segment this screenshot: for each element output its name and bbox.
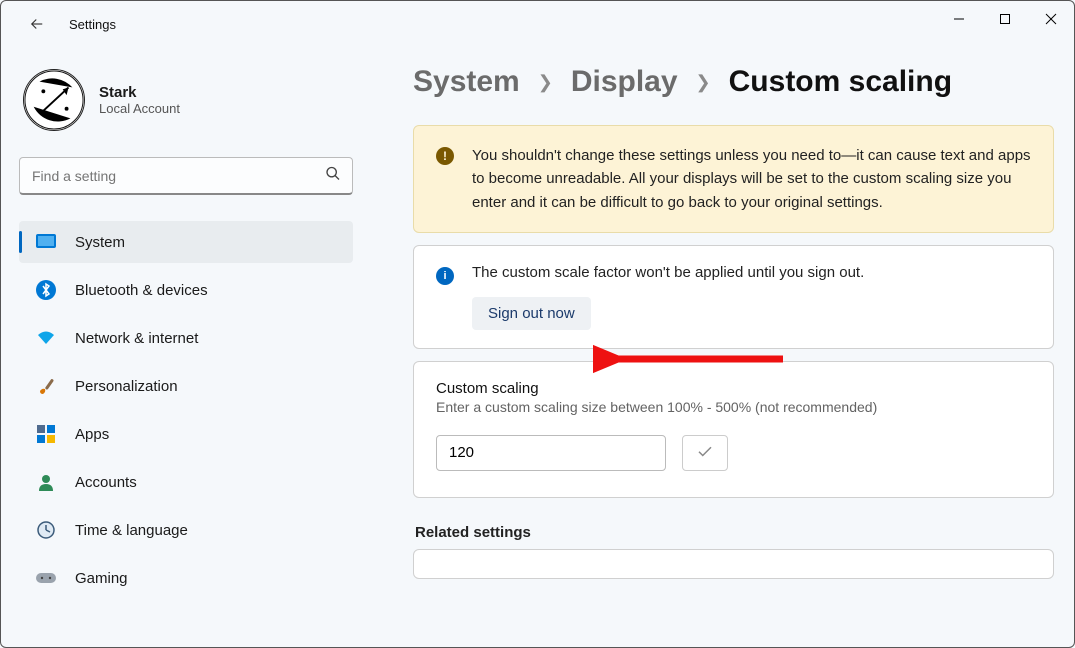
avatar	[23, 69, 85, 131]
close-button[interactable]	[1028, 1, 1074, 37]
search-container	[19, 157, 353, 195]
info-text: The custom scale factor won't be applied…	[472, 264, 864, 281]
nav-label: Accounts	[75, 474, 137, 491]
breadcrumb-system[interactable]: System	[413, 65, 520, 99]
info-icon: i	[436, 267, 454, 285]
nav-label: Time & language	[75, 522, 188, 539]
account-block[interactable]: Stark Local Account	[19, 69, 353, 131]
apps-icon	[35, 423, 57, 445]
breadcrumb-display[interactable]: Display	[571, 65, 678, 99]
apply-scaling-button[interactable]	[682, 435, 728, 471]
chevron-right-icon: ❯	[538, 72, 553, 93]
nav-label: Apps	[75, 426, 109, 443]
nav-item-apps[interactable]: Apps	[19, 413, 353, 455]
nav-item-personalization[interactable]: Personalization	[19, 365, 353, 407]
nav-label: Gaming	[75, 570, 128, 587]
search-icon	[325, 166, 341, 187]
nav-item-time[interactable]: Time & language	[19, 509, 353, 551]
nav-item-gaming[interactable]: Gaming	[19, 557, 353, 599]
check-icon	[696, 442, 714, 463]
warning-icon: !	[436, 147, 454, 165]
page-title: Custom scaling	[729, 65, 952, 99]
minimize-button[interactable]	[936, 1, 982, 37]
clock-icon	[35, 519, 57, 541]
gamepad-icon	[35, 567, 57, 589]
back-button[interactable]	[23, 10, 51, 38]
warning-card: ! You shouldn't change these settings un…	[413, 125, 1054, 233]
maximize-button[interactable]	[982, 1, 1028, 37]
app-title: Settings	[69, 17, 116, 32]
search-input[interactable]	[19, 157, 353, 195]
chevron-right-icon: ❯	[696, 72, 711, 93]
nav-item-bluetooth[interactable]: Bluetooth & devices	[19, 269, 353, 311]
account-name: Stark	[99, 84, 180, 101]
window-controls	[936, 1, 1074, 37]
related-heading: Related settings	[415, 524, 1054, 541]
bluetooth-icon	[35, 279, 57, 301]
display-icon	[35, 231, 57, 253]
nav-list: System Bluetooth & devices Network & int…	[19, 221, 353, 599]
custom-scaling-hint: Enter a custom scaling size between 100%…	[436, 399, 1031, 415]
nav-label: Network & internet	[75, 330, 198, 347]
nav-label: System	[75, 234, 125, 251]
wifi-icon	[35, 327, 57, 349]
person-icon	[35, 471, 57, 493]
sign-out-button[interactable]: Sign out now	[472, 297, 591, 330]
brush-icon	[35, 375, 57, 397]
info-card: i The custom scale factor won't be appli…	[413, 245, 1054, 349]
account-type: Local Account	[99, 101, 180, 116]
warning-text: You shouldn't change these settings unle…	[472, 144, 1031, 214]
nav-label: Personalization	[75, 378, 178, 395]
custom-scaling-card: Custom scaling Enter a custom scaling si…	[413, 361, 1054, 498]
related-card[interactable]	[413, 549, 1054, 579]
nav-item-accounts[interactable]: Accounts	[19, 461, 353, 503]
custom-scaling-input[interactable]	[436, 435, 666, 471]
breadcrumb: System ❯ Display ❯ Custom scaling	[413, 65, 1054, 99]
nav-item-system[interactable]: System	[19, 221, 353, 263]
nav-label: Bluetooth & devices	[75, 282, 208, 299]
custom-scaling-title: Custom scaling	[436, 380, 1031, 397]
nav-item-network[interactable]: Network & internet	[19, 317, 353, 359]
